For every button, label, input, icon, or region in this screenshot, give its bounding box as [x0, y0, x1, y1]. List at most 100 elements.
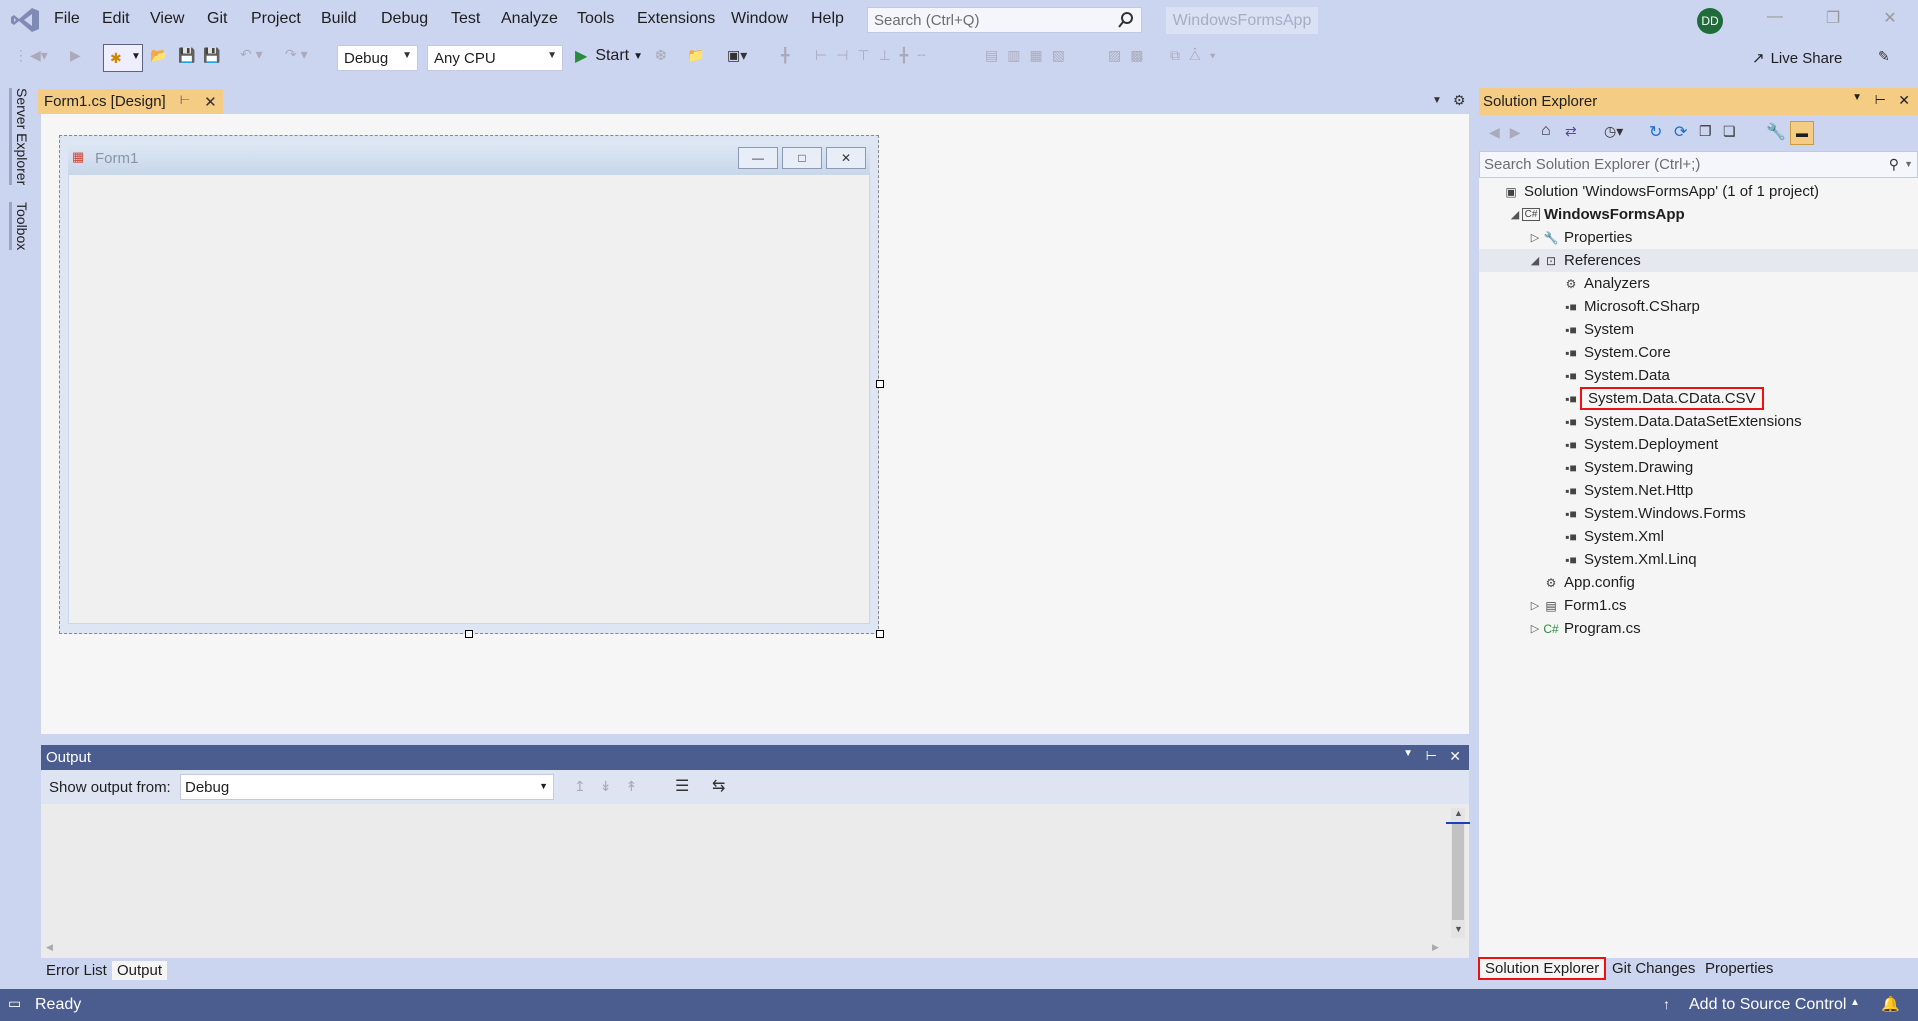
home-icon[interactable]: ⌂ — [1541, 122, 1551, 140]
resize-handle-bottom[interactable] — [465, 630, 473, 638]
collapsed-arrow-icon[interactable]: ▷ — [1528, 231, 1542, 244]
gear-icon[interactable]: ⚙ — [1453, 92, 1466, 109]
word-wrap-icon[interactable]: ⇆ — [712, 776, 725, 796]
add-to-source-control-button[interactable]: Add to Source Control — [1689, 996, 1846, 1014]
tree-item[interactable]: ▷ ▤ Form1.cs — [1528, 594, 1627, 617]
new-item-button[interactable]: ✱ ▼ — [103, 44, 143, 72]
menu-extensions[interactable]: Extensions — [637, 10, 715, 28]
collapsed-arrow-icon[interactable]: ▷ — [1528, 599, 1542, 612]
tab-server-explorer[interactable]: Server Explorer — [9, 88, 30, 186]
menu-help[interactable]: Help — [811, 10, 844, 28]
tab-list-chevron-icon[interactable]: ▼ — [1432, 95, 1442, 106]
order-icons[interactable]: ⧉⧊▾ — [1170, 47, 1225, 64]
expanded-arrow-icon[interactable]: ◢ — [1528, 254, 1542, 267]
tree-item[interactable]: ▪■ System.Xml — [1548, 525, 1664, 548]
back-forward-icon[interactable]: ◀▶ — [1489, 124, 1531, 141]
tree-item[interactable]: ⚙ Analyzers — [1548, 272, 1650, 295]
menu-tools[interactable]: Tools — [577, 10, 614, 28]
tree-item[interactable]: ▪■ System.Core — [1548, 341, 1670, 364]
menu-build[interactable]: Build — [321, 10, 357, 28]
menu-file[interactable]: File — [54, 10, 80, 28]
tab-properties[interactable]: Properties — [1700, 959, 1778, 978]
chevron-up-icon[interactable]: ▲ — [1850, 997, 1860, 1008]
open-file-icon[interactable]: 📂 — [150, 47, 167, 64]
show-all-files-icon[interactable]: ❏ — [1723, 123, 1736, 140]
tree-item[interactable]: ▪■ System.Xml.Linq — [1548, 548, 1696, 571]
start-debugging-button[interactable]: ▶ Start ▼ — [575, 46, 643, 66]
tree-item[interactable]: ▪■ System.Drawing — [1548, 456, 1693, 479]
notifications-bell-icon[interactable]: 🔔 — [1881, 995, 1900, 1013]
sync-icon[interactable]: ↻ — [1649, 122, 1662, 142]
clear-all-icon[interactable]: ☰ — [675, 776, 689, 796]
preview-selected-icon[interactable]: ▬ — [1790, 121, 1814, 145]
solution-explorer-search-input[interactable]: Search Solution Explorer (Ctrl+;) ⚲ ▼ — [1479, 151, 1918, 178]
collapse-all-icon[interactable]: ❐ — [1699, 123, 1712, 140]
navigate-forward-icon[interactable]: ▶ — [70, 47, 81, 64]
close-icon[interactable]: ✕ — [1870, 8, 1910, 34]
tree-item[interactable]: ▪■ Microsoft.CSharp — [1548, 295, 1700, 318]
center-icons[interactable]: ▨▩ — [1108, 47, 1152, 64]
pending-changes-icon[interactable]: ◷▾ — [1604, 123, 1623, 140]
spacing-icons[interactable]: ▤▥▦▧ — [985, 47, 1074, 64]
scroll-left-icon[interactable]: ◀ — [46, 942, 53, 953]
tree-item[interactable]: ▪■ System.Net.Http — [1548, 479, 1693, 502]
resize-handle-corner[interactable] — [876, 630, 884, 638]
close-icon[interactable]: ✕ — [204, 93, 217, 111]
vertical-scrollbar[interactable]: ▲ ▼ — [1451, 808, 1465, 938]
form-client-area[interactable] — [68, 174, 870, 624]
live-share-button[interactable]: ↗ Live Share — [1752, 49, 1842, 68]
minimize-icon[interactable]: — — [1755, 8, 1795, 34]
pin-icon[interactable]: ⊢ — [180, 93, 190, 110]
browse-folder-icon[interactable]: 📁 — [687, 47, 704, 64]
scroll-up-icon[interactable]: ▲ — [1454, 808, 1463, 818]
tree-item[interactable]: ▪■ System.Data — [1548, 364, 1670, 387]
tree-item[interactable]: ◢ C# WindowsFormsApp — [1508, 203, 1685, 226]
redo-icon[interactable]: ↷ ▾ — [285, 46, 308, 63]
pin-icon[interactable]: ⊢ — [1875, 92, 1886, 108]
menu-edit[interactable]: Edit — [102, 10, 130, 28]
chevron-down-icon[interactable]: ▼ — [1403, 748, 1413, 759]
menu-test[interactable]: Test — [451, 10, 480, 28]
tree-item[interactable]: ▪■ System.Data.DataSetExtensions — [1548, 410, 1801, 433]
menu-window[interactable]: Window — [731, 10, 788, 28]
scrollbar-thumb[interactable] — [1452, 822, 1464, 920]
expanded-arrow-icon[interactable]: ◢ — [1508, 208, 1522, 221]
solution-configuration-dropdown[interactable]: Debug ▼ — [337, 45, 418, 71]
undo-icon[interactable]: ↶ ▾ — [240, 46, 263, 63]
tree-item[interactable]: ▪■ System.Windows.Forms — [1548, 502, 1745, 525]
navigate-back-icon[interactable]: ◀▾ — [30, 47, 48, 64]
tree-item[interactable]: ▣ Solution 'WindowsFormsApp' (1 of 1 proj… — [1488, 180, 1819, 203]
output-text-area[interactable] — [41, 804, 1469, 958]
output-source-dropdown[interactable]: Debug ▼ — [180, 774, 554, 800]
avatar[interactable]: DD — [1697, 8, 1723, 34]
restore-icon[interactable]: ❐ — [1813, 8, 1853, 34]
close-icon[interactable]: ✕ — [1898, 92, 1910, 109]
tab-git-changes[interactable]: Git Changes — [1607, 959, 1700, 978]
menu-debug[interactable]: Debug — [381, 10, 428, 28]
scroll-down-icon[interactable]: ▼ — [1454, 924, 1463, 934]
save-all-icon[interactable]: 💾 — [203, 47, 220, 64]
save-icon[interactable]: 💾 — [178, 47, 195, 64]
wrench-icon[interactable]: 🔧 — [1766, 122, 1786, 142]
tree-item[interactable]: ▪■ System.Data.CData.CSV — [1548, 387, 1764, 410]
hot-reload-icon[interactable]: ❆ — [655, 47, 667, 64]
pin-icon[interactable]: ⊢ — [1426, 748, 1437, 764]
tree-item[interactable]: ▷ 🔧 Properties — [1528, 226, 1633, 249]
refresh-icon[interactable]: ⟳ — [1674, 122, 1687, 142]
solution-platform-dropdown[interactable]: Any CPU ▼ — [427, 45, 563, 71]
scroll-right-icon[interactable]: ▶ — [1432, 942, 1439, 953]
output-nav-icons[interactable]: ↥↡↟ — [574, 778, 651, 795]
tree-item[interactable]: ⚙ App.config — [1528, 571, 1635, 594]
tree-item[interactable]: ◢ ⊡ References — [1479, 249, 1918, 272]
tab-error-list[interactable]: Error List — [41, 961, 112, 980]
close-icon[interactable]: ✕ — [1449, 748, 1461, 765]
tree-item[interactable]: ▪■ System — [1548, 318, 1634, 341]
layout-alignment-icons[interactable]: ⊢⊣⊤⊥╋╌ — [815, 47, 935, 64]
menu-project[interactable]: Project — [251, 10, 301, 28]
tree-item[interactable]: ▪■ System.Deployment — [1548, 433, 1718, 456]
menu-analyze[interactable]: Analyze — [501, 10, 558, 28]
switch-views-icon[interactable]: ⇄ — [1565, 123, 1577, 140]
chevron-down-icon[interactable]: ▼ — [1852, 92, 1862, 103]
tab-form1-design[interactable]: Form1.cs [Design] ⊢ ✕ — [38, 89, 223, 114]
search-input[interactable]: Search (Ctrl+Q) — [867, 7, 1142, 33]
